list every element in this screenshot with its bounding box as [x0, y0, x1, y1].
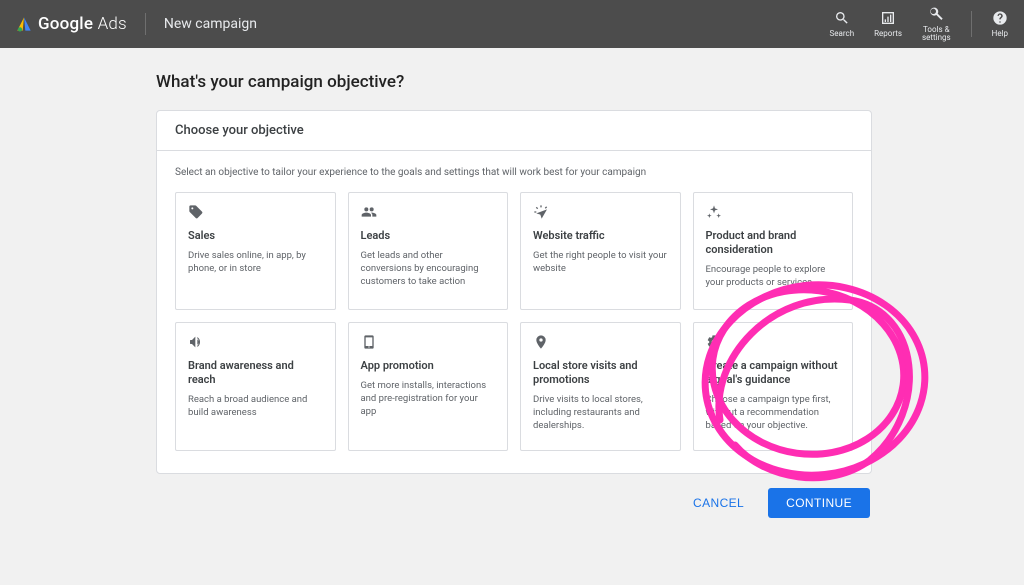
objective-title: Product and brand consideration — [706, 229, 841, 257]
objective-product-brand-consideration[interactable]: Product and brand consideration Encourag… — [693, 192, 854, 310]
objective-desc: Choose a campaign type first, without a … — [706, 393, 841, 433]
tool-label: Search — [830, 30, 855, 38]
help-icon — [992, 10, 1008, 28]
header-left: Google Ads New campaign — [16, 13, 257, 35]
header-right: Search Reports Tools &settings Help — [830, 6, 1008, 42]
people-icon — [361, 203, 496, 221]
main-content: What's your campaign objective? Choose y… — [0, 48, 1024, 518]
cancel-button[interactable]: CANCEL — [683, 488, 754, 518]
tools-settings-tool[interactable]: Tools &settings — [922, 6, 951, 42]
search-tool[interactable]: Search — [830, 10, 855, 38]
continue-button[interactable]: CONTINUE — [768, 488, 870, 518]
wrench-icon — [928, 6, 944, 24]
objective-desc: Get more installs, interactions and pre-… — [361, 379, 496, 419]
objective-local-store[interactable]: Local store visits and promotions Drive … — [520, 322, 681, 451]
page-title: New campaign — [164, 16, 257, 32]
objective-app-promotion[interactable]: App promotion Get more installs, interac… — [348, 322, 509, 451]
objective-desc: Drive sales online, in app, by phone, or… — [188, 249, 323, 276]
objective-website-traffic[interactable]: Website traffic Get the right people to … — [520, 192, 681, 310]
objective-brand-awareness[interactable]: Brand awareness and reach Reach a broad … — [175, 322, 336, 451]
card-subtext: Select an objective to tailor your exper… — [175, 167, 853, 178]
reports-tool[interactable]: Reports — [874, 10, 902, 38]
footer-actions: CANCEL CONTINUE — [156, 488, 872, 518]
question-heading: What's your campaign objective? — [156, 72, 872, 92]
help-tool[interactable]: Help — [992, 10, 1008, 38]
tool-label: Tools &settings — [922, 26, 951, 42]
objective-title: Brand awareness and reach — [188, 359, 323, 387]
card-title: Choose your objective — [157, 111, 871, 151]
gear-icon — [706, 333, 841, 351]
megaphone-icon — [188, 333, 323, 351]
objective-title: Create a campaign without a goal's guida… — [706, 359, 841, 387]
tool-label: Reports — [874, 30, 902, 38]
objective-title: Website traffic — [533, 229, 668, 243]
objective-card: Choose your objective Select an objectiv… — [156, 110, 872, 474]
click-icon — [533, 203, 668, 221]
objective-no-goal-guidance[interactable]: Create a campaign without a goal's guida… — [693, 322, 854, 451]
tool-label: Help — [992, 30, 1008, 38]
search-icon — [834, 10, 850, 28]
logo-text: Google Ads — [38, 14, 127, 34]
objective-desc: Get leads and other conversions by encou… — [361, 249, 496, 289]
objective-title: Leads — [361, 229, 496, 243]
sparkle-icon — [706, 203, 841, 221]
tag-icon — [188, 203, 323, 221]
pin-icon — [533, 333, 668, 351]
objective-sales[interactable]: Sales Drive sales online, in app, by pho… — [175, 192, 336, 310]
objective-desc: Get the right people to visit your websi… — [533, 249, 668, 276]
objective-title: Sales — [188, 229, 323, 243]
card-body: Select an objective to tailor your exper… — [157, 151, 871, 473]
app-header: Google Ads New campaign Search Reports T… — [0, 0, 1024, 48]
objective-title: App promotion — [361, 359, 496, 373]
objective-leads[interactable]: Leads Get leads and other conversions by… — [348, 192, 509, 310]
objective-desc: Reach a broad audience and build awarene… — [188, 393, 323, 420]
phone-icon — [361, 333, 496, 351]
objective-grid: Sales Drive sales online, in app, by pho… — [175, 192, 853, 451]
header-divider — [971, 11, 972, 37]
reports-icon — [880, 10, 896, 28]
header-divider — [145, 13, 146, 35]
objective-desc: Drive visits to local stores, including … — [533, 393, 668, 433]
objective-desc: Encourage people to explore your product… — [706, 263, 841, 290]
objective-title: Local store visits and promotions — [533, 359, 668, 387]
google-ads-logo-icon — [16, 16, 32, 32]
logo[interactable]: Google Ads — [16, 14, 127, 34]
